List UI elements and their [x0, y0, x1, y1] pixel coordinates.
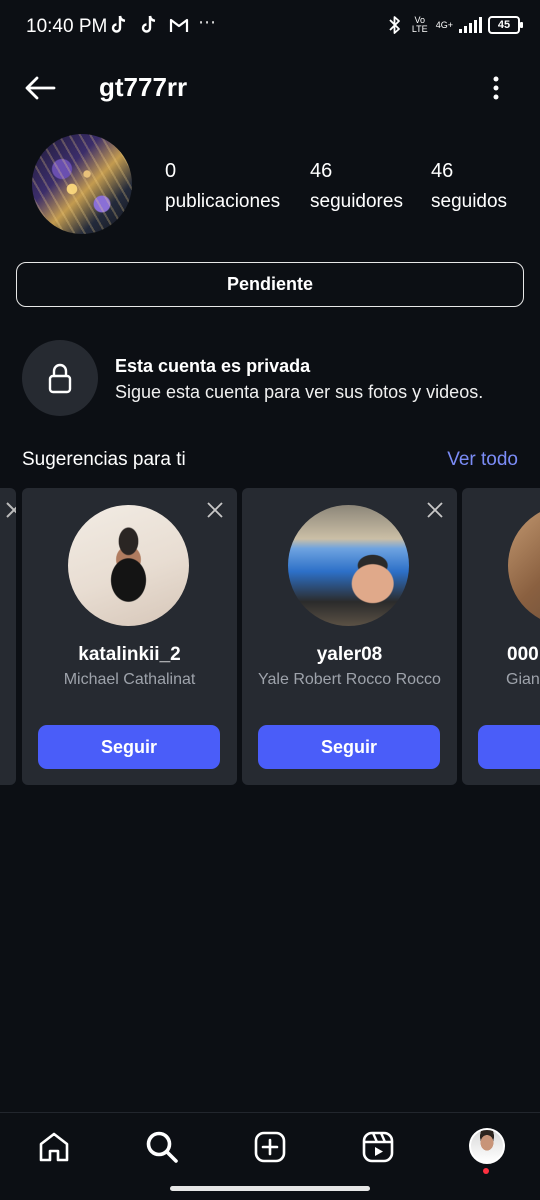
suggestion-full-name: Gian	[506, 671, 540, 688]
lock-icon	[48, 363, 72, 394]
dismiss-suggestion-button[interactable]	[205, 500, 225, 520]
stat-posts[interactable]: 0 publicaciones	[165, 160, 280, 213]
pending-request-button[interactable]: Pendiente	[16, 262, 524, 307]
tiktok-icon	[138, 14, 160, 36]
suggestion-full-name: Yale Robert Rocco Rocco	[258, 671, 441, 688]
suggestion-avatar[interactable]	[68, 505, 189, 626]
profile-header: gt777rr	[0, 60, 540, 116]
status-time: 10:40 PM	[26, 16, 108, 37]
nav-profile-avatar[interactable]	[469, 1128, 505, 1164]
close-icon	[427, 502, 443, 518]
close-icon[interactable]	[4, 500, 16, 520]
signal-strength-icon	[459, 17, 482, 33]
see-all-link[interactable]: Ver todo	[447, 449, 518, 471]
stat-following-value: 46	[431, 160, 454, 182]
suggestions-title: Sugerencias para ti	[22, 449, 186, 470]
follow-button[interactable]: Seguir	[38, 725, 220, 769]
stat-followers-label: seguidores	[310, 191, 403, 212]
notification-icons	[108, 14, 190, 36]
nav-search-button[interactable]	[142, 1127, 182, 1167]
suggestion-username[interactable]: 000	[507, 644, 540, 666]
tiktok-icon	[108, 14, 130, 36]
home-indicator-bar[interactable]	[170, 1186, 370, 1191]
instagram-profile-screen: 10:40 PM ⋯ Vo LTE 4G+ 45 gt777rr 0 publi…	[0, 0, 540, 1200]
system-indicators: Vo LTE 4G+ 45	[386, 14, 523, 36]
more-vertical-icon	[493, 76, 499, 100]
suggestion-card[interactable]: yaler08 Yale Robert Rocco Rocco Seguir	[242, 488, 457, 785]
home-icon	[39, 1132, 69, 1162]
suggestion-avatar[interactable]	[508, 505, 540, 626]
stat-followers[interactable]: 46 seguidores	[310, 160, 403, 213]
close-icon	[207, 502, 223, 518]
battery-icon: 45	[488, 16, 523, 34]
network-type: 4G+	[435, 20, 453, 30]
follow-button[interactable]	[478, 725, 540, 769]
arrow-left-icon	[25, 76, 56, 100]
stat-followers-value: 46	[310, 160, 333, 182]
suggestion-username[interactable]: yaler08	[242, 644, 457, 666]
suggestion-card[interactable]: katalinkii_2 Michael Cathalinat Seguir	[22, 488, 237, 785]
profile-username: gt777rr	[99, 72, 188, 102]
suggestion-avatar[interactable]	[288, 505, 409, 626]
suggestions-carousel[interactable]: katalinkii_2 Michael Cathalinat Seguir y…	[0, 488, 540, 786]
suggestion-full-name: Michael Cathalinat	[63, 671, 196, 688]
private-account-title: Esta cuenta es privada	[115, 356, 311, 376]
nav-create-button[interactable]	[250, 1127, 290, 1167]
dismiss-suggestion-button[interactable]	[425, 500, 445, 520]
suggestion-card-partial-right[interactable]: 000 Gian	[462, 488, 540, 785]
gmail-icon	[168, 14, 190, 36]
nav-home-button[interactable]	[34, 1127, 74, 1167]
status-bar: 10:40 PM ⋯ Vo LTE 4G+ 45	[0, 0, 540, 56]
search-icon	[146, 1131, 178, 1163]
more-notifications-icon: ⋯	[198, 12, 217, 32]
bluetooth-icon	[386, 14, 404, 36]
stat-posts-label: publicaciones	[165, 191, 281, 212]
lock-badge	[22, 340, 98, 416]
stat-posts-value: 0	[165, 160, 177, 182]
stat-following-label: seguidos	[431, 191, 508, 212]
nav-reels-button[interactable]	[358, 1127, 398, 1167]
follow-button[interactable]: Seguir	[258, 725, 440, 769]
create-icon	[254, 1131, 286, 1163]
more-options-button[interactable]	[482, 72, 510, 104]
notification-dot	[483, 1168, 489, 1174]
stat-following[interactable]: 46 seguidos	[431, 160, 507, 213]
suggestion-card-partial-left[interactable]	[0, 488, 16, 785]
suggestion-username[interactable]: katalinkii_2	[22, 644, 237, 666]
back-button[interactable]	[20, 70, 60, 106]
profile-stats: 0 publicaciones 46 seguidores 46 seguido…	[0, 160, 540, 220]
private-account-subtitle: Sigue esta cuenta para ver sus fotos y v…	[115, 382, 484, 402]
reels-icon	[362, 1131, 394, 1163]
volte-indicator: Vo LTE	[411, 15, 428, 34]
